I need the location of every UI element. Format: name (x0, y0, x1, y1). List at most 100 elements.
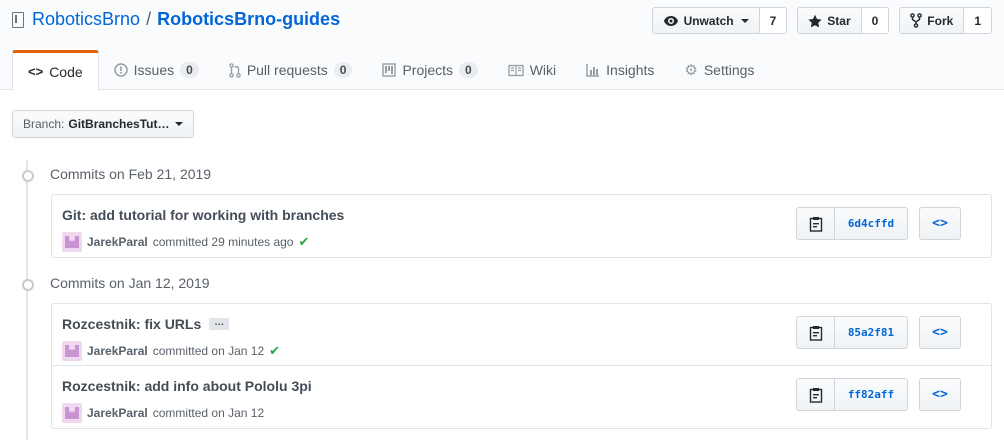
watchers-count[interactable]: 7 (759, 8, 787, 33)
branch-prefix-label: Branch: (23, 117, 65, 131)
tab-projects[interactable]: Projects 0 (367, 50, 492, 90)
commit-meta: JarekParal committed on Jan 12 (62, 403, 264, 423)
commit-group-title: Commits on Jan 12, 2019 (18, 273, 210, 293)
commit-group-date: Commits on Jan 12, 2019 (50, 275, 210, 291)
tab-wiki-label: Wiki (529, 62, 557, 78)
issues-count-badge: 0 (180, 62, 199, 78)
commit-row: Rozcestnik: fix URLs … JarekParal commit… (52, 304, 991, 366)
tab-pull-requests-label: Pull requests (246, 62, 328, 78)
star-button[interactable]: Star (798, 8, 862, 33)
repo-owner-link[interactable]: RoboticsBrno (32, 9, 140, 30)
tab-pull-requests[interactable]: Pull requests 0 (214, 50, 368, 90)
avatar[interactable] (62, 341, 82, 361)
commit-meta: JarekParal committed on Jan 12 ✔ (62, 341, 280, 361)
commit-buttons: ff82aff <> (796, 378, 961, 411)
commit-sha-link[interactable]: 85a2f81 (835, 317, 907, 348)
repo-icon (12, 11, 24, 28)
check-icon[interactable]: ✔ (269, 343, 280, 359)
commit-dot-icon (18, 168, 36, 182)
watch-button-group: Unwatch 7 (651, 7, 788, 34)
copy-sha-button[interactable] (797, 208, 835, 239)
repo-header: RoboticsBrno / RoboticsBrno-guides Unwat… (0, 0, 1004, 91)
commit-dot-icon (18, 277, 36, 291)
commit-message: Rozcestnik: fix URLs … (62, 316, 230, 332)
fork-button-group: Fork 1 (899, 7, 992, 34)
repo-title: RoboticsBrno / RoboticsBrno-guides (12, 9, 340, 30)
commit-meta: JarekParal committed 29 minutes ago ✔ (62, 232, 309, 252)
sha-button-group: 85a2f81 (796, 316, 908, 349)
commit-author[interactable]: JarekParal (87, 235, 148, 249)
repo-path-separator: / (146, 9, 152, 29)
tab-projects-label: Projects (402, 62, 454, 78)
tab-settings[interactable]: ⚙ Settings (669, 50, 769, 90)
clipboard-icon (809, 216, 822, 232)
star-button-group: Star 0 (797, 7, 890, 34)
browse-repo-button[interactable]: <> (919, 378, 961, 411)
commit-message-link[interactable]: Rozcestnik: add info about Pololu 3pi (62, 378, 312, 394)
repo-nav-tabs: <> Code Issues 0 Pull requests 0 Project… (12, 50, 769, 91)
issue-icon (113, 63, 128, 77)
copy-sha-button[interactable] (797, 317, 835, 348)
chevron-down-icon (175, 122, 184, 126)
commit-row: Git: add tutorial for working with branc… (52, 195, 991, 257)
tab-code[interactable]: <> Code (12, 50, 99, 91)
commit-list: Rozcestnik: fix URLs … JarekParal commit… (51, 303, 992, 429)
commit-time: committed on Jan 12 (152, 344, 265, 358)
commit-time: committed 29 minutes ago (152, 235, 294, 249)
forks-count[interactable]: 1 (964, 8, 991, 33)
sha-button-group: 6d4cffd (796, 207, 908, 240)
avatar[interactable] (62, 403, 82, 423)
commit-list: Git: add tutorial for working with branc… (51, 194, 992, 258)
repo-name-link[interactable]: RoboticsBrno-guides (157, 9, 340, 30)
fork-icon (910, 13, 923, 28)
eye-icon (663, 15, 678, 26)
stargazers-count[interactable]: 0 (861, 8, 889, 33)
fork-button[interactable]: Fork (900, 8, 965, 33)
tab-settings-label: Settings (703, 62, 755, 78)
commit-sha-link[interactable]: ff82aff (835, 379, 907, 410)
tab-insights[interactable]: Insights (571, 50, 669, 90)
commit-message: Rozcestnik: add info about Pololu 3pi (62, 378, 312, 394)
sha-button-group: ff82aff (796, 378, 908, 411)
commit-buttons: 85a2f81 <> (796, 316, 961, 349)
expand-description-button[interactable]: … (209, 318, 230, 330)
branch-name: GitBranchesTut… (68, 117, 170, 131)
commit-message: Git: add tutorial for working with branc… (62, 207, 344, 223)
commit-author[interactable]: JarekParal (87, 344, 148, 358)
star-label: Star (827, 13, 851, 28)
tab-insights-label: Insights (606, 62, 655, 78)
commit-message-link[interactable]: Rozcestnik: fix URLs (62, 316, 201, 332)
branch-select-button[interactable]: Branch: GitBranchesTut… (12, 110, 195, 138)
commit-author[interactable]: JarekParal (87, 406, 148, 420)
star-icon (808, 14, 822, 27)
projects-count-badge: 0 (459, 62, 478, 78)
browse-repo-button[interactable]: <> (919, 207, 961, 240)
tab-issues-label: Issues (133, 62, 175, 78)
tab-code-label: Code (49, 63, 83, 80)
tab-wiki[interactable]: Wiki (493, 50, 571, 90)
copy-sha-button[interactable] (797, 379, 835, 410)
commit-sha-link[interactable]: 6d4cffd (835, 208, 907, 239)
book-icon (508, 64, 524, 76)
commit-buttons: 6d4cffd <> (796, 207, 961, 240)
tab-issues[interactable]: Issues 0 (99, 50, 214, 90)
commit-group-title: Commits on Feb 21, 2019 (18, 164, 211, 184)
commit-row: Rozcestnik: add info about Pololu 3pi Ja… (52, 366, 991, 428)
pull-request-icon (229, 62, 241, 78)
check-icon[interactable]: ✔ (298, 234, 309, 250)
commit-time: committed on Jan 12 (152, 406, 265, 420)
repo-actions: Unwatch 7 Star 0 Fork 1 (651, 7, 992, 34)
code-icon: <> (28, 64, 44, 79)
graph-icon (586, 64, 600, 77)
commit-message-link[interactable]: Git: add tutorial for working with branc… (62, 207, 344, 223)
avatar[interactable] (62, 232, 82, 252)
pull-requests-count-badge: 0 (333, 62, 353, 78)
chevron-down-icon (740, 18, 749, 23)
commit-group-date: Commits on Feb 21, 2019 (50, 166, 212, 182)
browse-repo-button[interactable]: <> (919, 316, 961, 349)
commits-timeline-line (26, 160, 28, 440)
fork-label: Fork (927, 13, 954, 28)
gear-icon: ⚙ (684, 62, 698, 79)
unwatch-button[interactable]: Unwatch (652, 8, 760, 33)
clipboard-icon (809, 325, 822, 341)
